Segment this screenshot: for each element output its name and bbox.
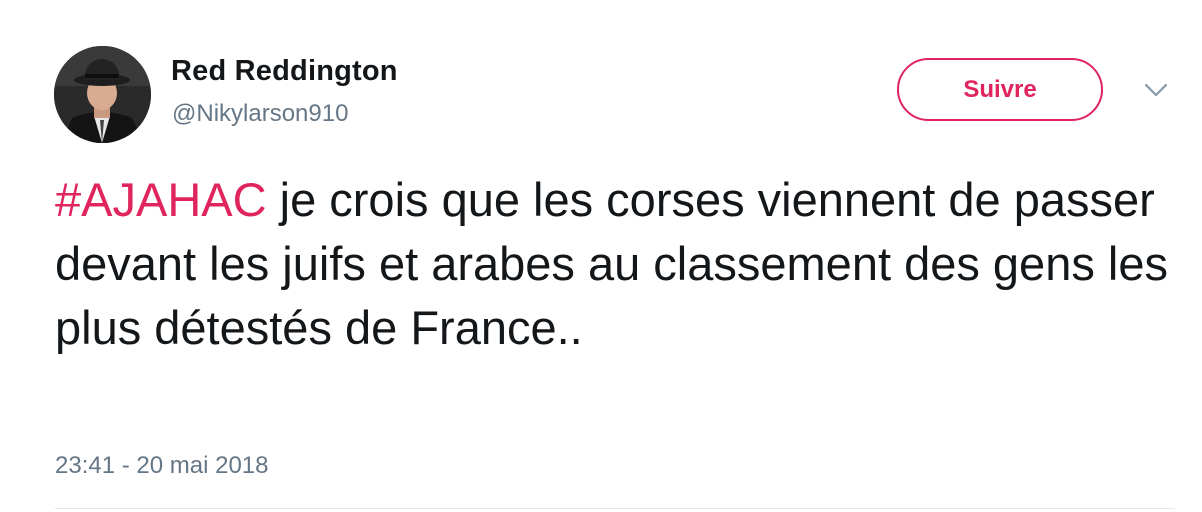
- user-handle[interactable]: @Nikylarson910: [172, 100, 348, 128]
- tweet-timestamp[interactable]: 23:41 - 20 mai 2018: [55, 452, 268, 480]
- avatar[interactable]: [54, 46, 151, 143]
- tweet-text: #AJAHAC je crois que les corses viennent…: [55, 168, 1185, 360]
- tweet-card: Red Reddington @Nikylarson910 Suivre #AJ…: [0, 0, 1202, 512]
- avatar-image: [54, 46, 151, 143]
- hashtag-link[interactable]: #AJAHAC: [55, 173, 267, 226]
- display-name[interactable]: Red Reddington: [171, 55, 398, 88]
- follow-button[interactable]: Suivre: [897, 58, 1103, 121]
- divider: [55, 508, 1175, 509]
- chevron-down-icon[interactable]: [1140, 78, 1172, 102]
